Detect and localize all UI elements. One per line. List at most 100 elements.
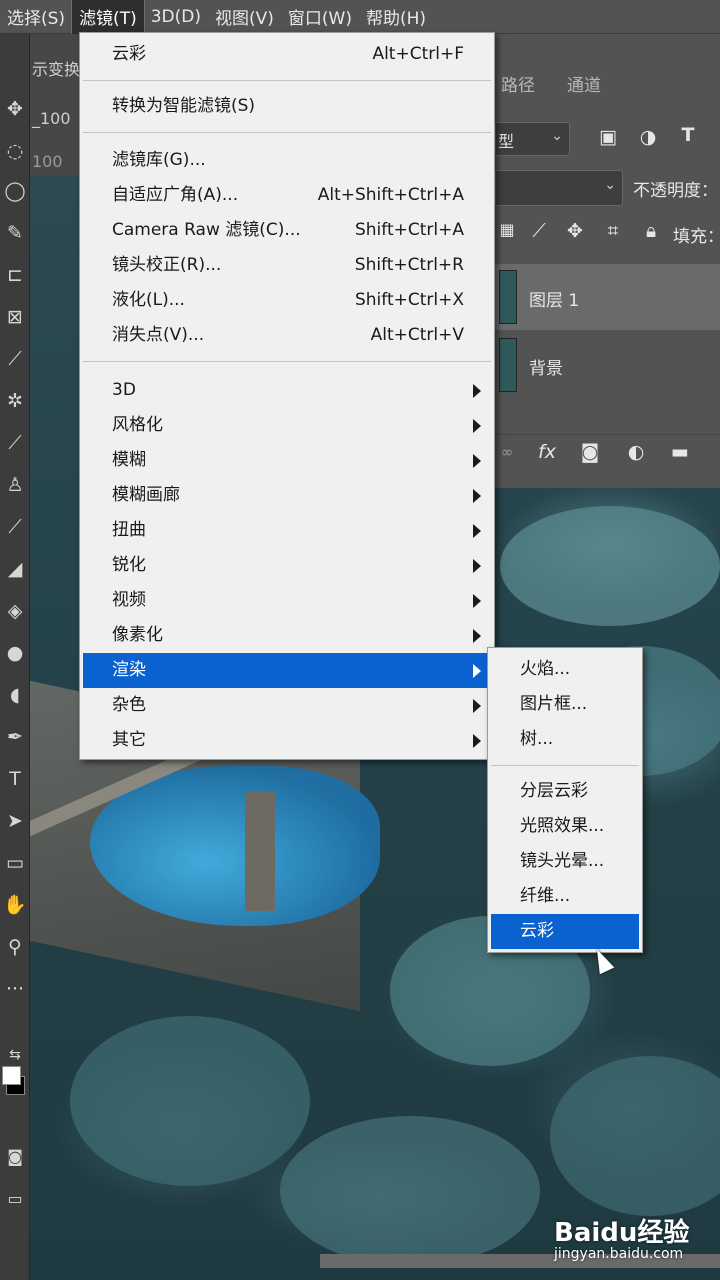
add-mask-icon[interactable]: ◙ [577, 441, 603, 463]
menu-item-camera-raw[interactable]: Camera Raw 滤镜(C)... Shift+Ctrl+A [83, 213, 491, 248]
lock-artboard-icon[interactable]: ⌗ [601, 220, 625, 242]
marquee-tool-icon[interactable]: ◌ [0, 136, 30, 166]
type-filter-icon[interactable]: T [675, 124, 701, 146]
new-group-icon[interactable]: ▬ [667, 441, 693, 463]
watermark-brand: Bai⁠du经验 [554, 1218, 690, 1248]
menu-item-render[interactable]: 渲染 [83, 653, 491, 688]
quick-select-tool-icon[interactable]: ✎ [0, 218, 30, 248]
history-brush-tool-icon[interactable]: ⟋ [0, 512, 30, 542]
stamp-tool-icon[interactable]: ♙ [0, 470, 30, 500]
menu-item-sharpen[interactable]: 锐化 [83, 548, 491, 583]
blend-mode-select[interactable]: ⌄ [495, 170, 623, 206]
healing-tool-icon[interactable]: ✲ [0, 386, 30, 416]
type-tool-icon[interactable]: T [0, 764, 30, 794]
brush-tool-icon[interactable]: ⟋ [0, 428, 30, 458]
menu-item-convert-smart-filters[interactable]: 转换为智能滤镜(S) [83, 89, 491, 124]
menu-select[interactable]: 选择(S) [0, 0, 72, 34]
submenu-arrow-icon [473, 699, 481, 713]
crop-tool-icon[interactable]: ⊏ [0, 260, 30, 290]
blur-tool-icon[interactable]: ● [0, 638, 30, 668]
submenu-arrow-icon [473, 664, 481, 678]
submenu-arrow-icon [473, 629, 481, 643]
menu-help[interactable]: 帮助(H) [359, 0, 433, 34]
menu-filter[interactable]: 滤镜(T) [71, 0, 145, 35]
opacity-label: 不透明度： [633, 181, 718, 201]
menu-item-liquify[interactable]: 液化(L)... Shift+Ctrl+X [83, 283, 491, 318]
eraser-tool-icon[interactable]: ◢ [0, 554, 30, 584]
menu-item-distort[interactable]: 扭曲 [83, 513, 491, 548]
quick-mask-icon[interactable]: ◙ [0, 1142, 30, 1172]
lasso-tool-icon[interactable]: ◯ [0, 176, 30, 206]
layers-footer: ∞ fx ◙ ◐ ▬ [495, 434, 720, 474]
dodge-tool-icon[interactable]: ◖ [0, 680, 30, 710]
watermark-url: jingyan.baidu.com [554, 1246, 684, 1262]
link-layers-icon[interactable]: ∞ [497, 443, 517, 461]
submenu-arrow-icon [473, 489, 481, 503]
image-filter-icon[interactable]: ▣ [595, 126, 621, 148]
baidu-watermark: Bai⁠du经验 jingyan.baidu.com [550, 1212, 710, 1268]
layer-row-background[interactable]: 背景 [495, 332, 720, 398]
menu-item-filter-gallery[interactable]: 滤镜库(G)... [83, 143, 491, 178]
menu-item-other[interactable]: 其它 [83, 723, 491, 758]
tab-paths[interactable]: 路径 [501, 68, 535, 104]
tools-toolbar: ✥ ◌ ◯ ✎ ⊏ ⊠ ⟋ ✲ ⟋ ♙ ⟋ ◢ ◈ ● ◖ ✒ T ➤ ▭ ✋ … [0, 34, 30, 1280]
menu-separator [83, 361, 491, 362]
screen-mode-icon[interactable]: ▭ [0, 1184, 30, 1214]
menu-item-blur[interactable]: 模糊 [83, 443, 491, 478]
more-tools-icon[interactable]: ··· [0, 974, 30, 1004]
menu-view[interactable]: 视图(V) [208, 0, 281, 34]
menu-3d[interactable]: 3D(D) [144, 0, 208, 34]
menu-item-noise[interactable]: 杂色 [83, 688, 491, 723]
foreground-color-swatch[interactable] [2, 1066, 21, 1085]
submenu-item-fibers[interactable]: 纤维... [491, 879, 639, 914]
submenu-item-lighting-effects[interactable]: 光照效果... [491, 809, 639, 844]
layer-thumbnail [499, 270, 517, 324]
filter-menu: 云彩 Alt+Ctrl+F 转换为智能滤镜(S) 滤镜库(G)... 自适应广角(… [79, 32, 495, 760]
menu-item-lens-correction[interactable]: 镜头校正(R)... Shift+Ctrl+R [83, 248, 491, 283]
menu-item-stylize[interactable]: 风格化 [83, 408, 491, 443]
frame-tool-icon[interactable]: ⊠ [0, 302, 30, 332]
menu-item-clouds-last[interactable]: 云彩 Alt+Ctrl+F [83, 37, 491, 72]
submenu-item-difference-clouds[interactable]: 分层云彩 [491, 774, 639, 809]
layer-row-layer1[interactable]: 图层 1 [495, 264, 720, 330]
tab-channels[interactable]: 通道 [567, 68, 601, 104]
bucket-tool-icon[interactable]: ◈ [0, 596, 30, 626]
path-select-tool-icon[interactable]: ➤ [0, 806, 30, 836]
hand-tool-icon[interactable]: ✋ [0, 890, 30, 920]
eyedropper-tool-icon[interactable]: ⟋ [0, 344, 30, 374]
menu-separator [83, 80, 491, 81]
submenu-item-flame[interactable]: 火焰... [491, 652, 639, 687]
lock-all-icon[interactable]: 🔒︎ [639, 220, 663, 242]
pen-tool-icon[interactable]: ✒ [0, 722, 30, 752]
menu-item-adaptive-wide-angle[interactable]: 自适应广角(A)... Alt+Shift+Ctrl+A [83, 178, 491, 213]
submenu-arrow-icon [473, 384, 481, 398]
menu-item-3d[interactable]: 3D [83, 373, 491, 408]
menu-item-pixelate[interactable]: 像素化 [83, 618, 491, 653]
layer-kind-filter[interactable]: 型 ⌄ [495, 122, 570, 156]
lock-position-icon[interactable]: ✥ [563, 220, 587, 242]
lock-paint-icon[interactable]: ⟋ [527, 220, 551, 242]
layer-thumbnail [499, 338, 517, 392]
menu-item-vanishing-point[interactable]: 消失点(V)... Alt+Ctrl+V [83, 318, 491, 353]
document-tab[interactable]: 示变换 [32, 56, 80, 80]
submenu-item-tree[interactable]: 树... [491, 722, 639, 757]
adjustment-layer-icon[interactable]: ◐ [623, 441, 649, 463]
submenu-item-clouds[interactable]: 云彩 [491, 914, 639, 949]
adjustment-filter-icon[interactable]: ◑ [635, 126, 661, 148]
fx-icon[interactable]: fx [533, 441, 561, 463]
lotus-leaf [70, 1016, 310, 1186]
submenu-item-lens-flare[interactable]: 镜头光晕... [491, 844, 639, 879]
menu-window[interactable]: 窗口(W) [281, 0, 359, 34]
render-submenu: 火焰... 图片框... 树... 分层云彩 光照效果... 镜头光晕... 纤… [487, 647, 643, 953]
submenu-item-picture-frame[interactable]: 图片框... [491, 687, 639, 722]
menu-item-video[interactable]: 视频 [83, 583, 491, 618]
menu-item-blur-gallery[interactable]: 模糊画廊 [83, 478, 491, 513]
menu-bar: 选择(S) 滤镜(T) 3D(D) 视图(V) 窗口(W) 帮助(H) [0, 0, 720, 35]
document-options-strip: 示变换 _100 100 [30, 34, 80, 176]
layers-panel: 路径 通道 型 ⌄ ▣ ◑ T ⌄ 不透明度： ▦ ⟋ ✥ ⌗ 🔒︎ 填充： 图… [495, 34, 720, 488]
lock-transparent-icon[interactable]: ▦ [497, 220, 517, 239]
shape-tool-icon[interactable]: ▭ [0, 848, 30, 878]
railing-post [245, 791, 275, 911]
zoom-tool-icon[interactable]: ⚲ [0, 932, 30, 962]
move-tool-icon[interactable]: ✥ [0, 94, 30, 124]
